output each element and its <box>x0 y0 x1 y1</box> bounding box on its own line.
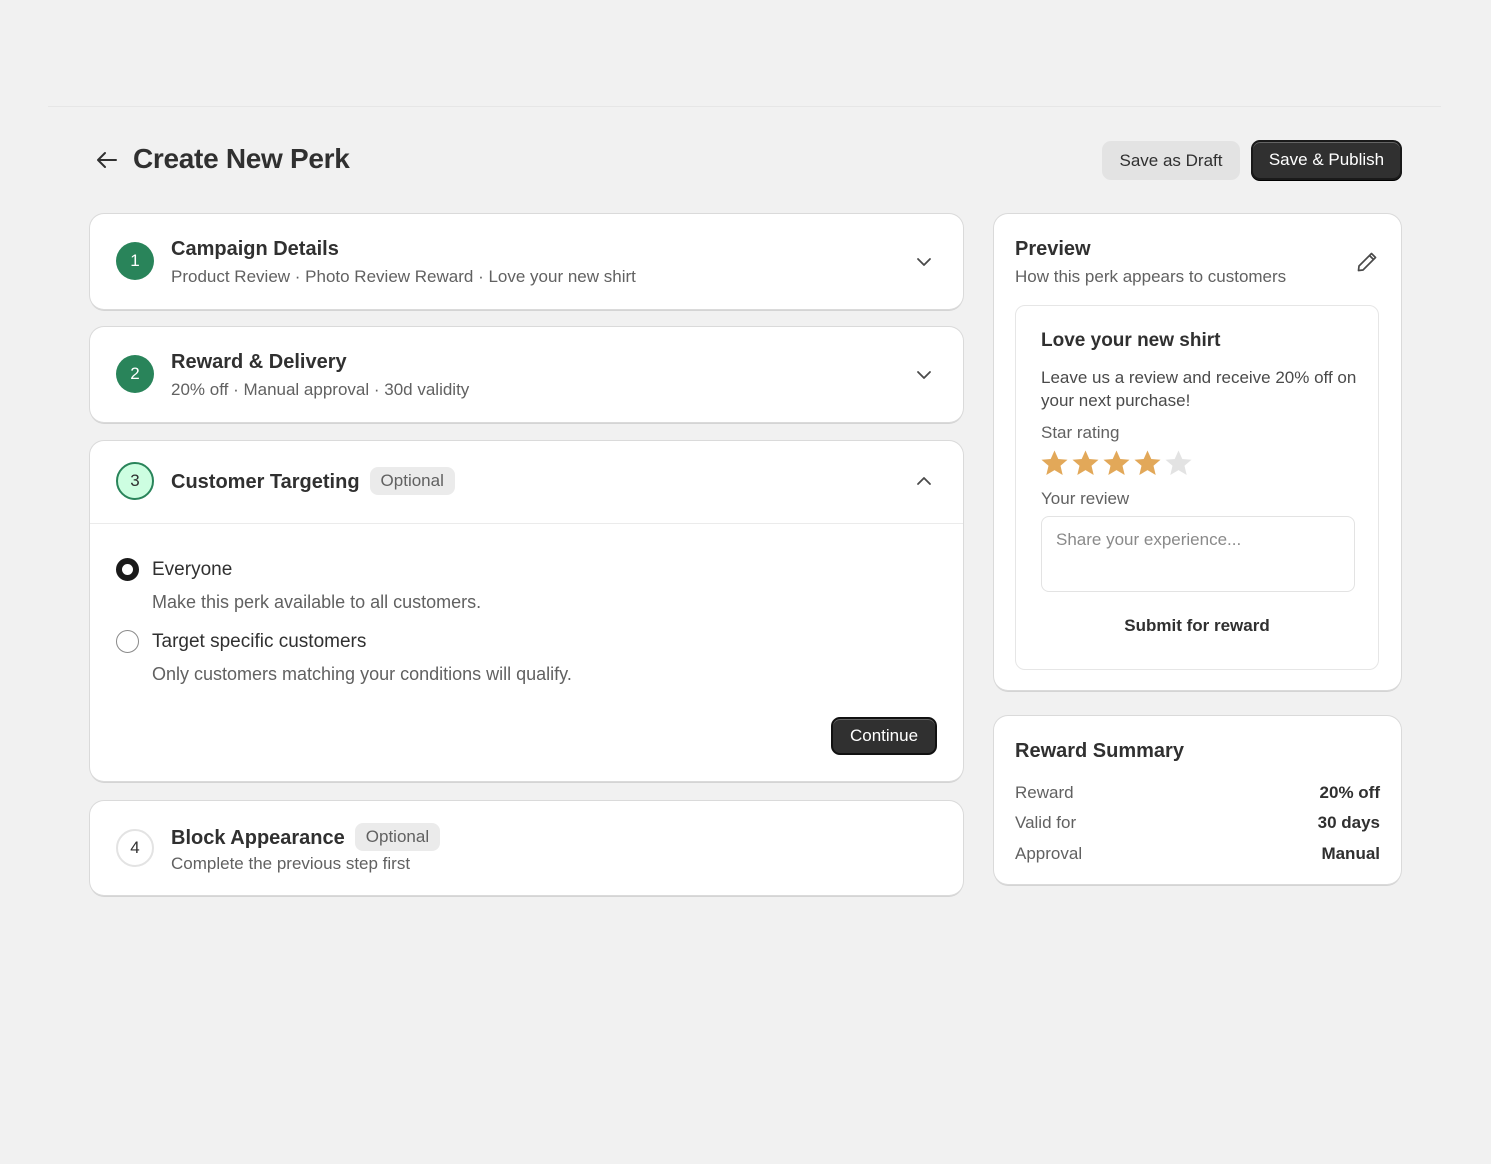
radio-button[interactable] <box>116 558 139 581</box>
step-header[interactable]: 3 Customer Targeting Optional <box>90 441 963 523</box>
step-summary: Product Review · Photo Review Reward · L… <box>171 267 636 286</box>
page-title: Create New Perk <box>133 143 350 174</box>
step-number-badge: 4 <box>116 829 154 867</box>
option-label: Target specific customers <box>152 630 367 652</box>
step-summary: 20% off · Manual approval · 30d validity <box>171 380 470 399</box>
header-divider <box>48 106 1441 107</box>
step-number-badge: 2 <box>116 355 154 393</box>
star-icon[interactable] <box>1102 449 1131 477</box>
chevron-up-icon[interactable] <box>915 473 933 489</box>
star-rating-label: Star rating <box>1041 423 1120 442</box>
preview-title: Preview <box>1015 238 1091 260</box>
summary-title: Reward Summary <box>1015 740 1184 762</box>
preview-subtitle: How this perk appears to customers <box>1015 267 1287 286</box>
star-icon[interactable] <box>1133 449 1162 477</box>
reward-summary-panel: Reward Summary Reward 20% off Valid for … <box>994 716 1401 884</box>
perk-description: Leave us a review and receive 20% off on… <box>1041 368 1357 410</box>
option-everyone[interactable]: Everyone <box>116 558 232 581</box>
step-block-appearance: 4 Block Appearance Optional Complete the … <box>90 801 963 895</box>
option-help-text: Make this perk available to all customer… <box>152 592 482 612</box>
summary-value: 30 days <box>1317 813 1380 832</box>
perk-preview-card: Love your new shirt Leave us a review an… <box>1015 305 1379 670</box>
step-title-text: Customer Targeting <box>171 471 360 493</box>
pencil-icon[interactable] <box>1355 250 1379 274</box>
optional-badge: Optional <box>369 467 455 495</box>
star-icon[interactable] <box>1164 449 1193 477</box>
step-title-text: Block Appearance <box>171 827 345 849</box>
step-summary: Complete the previous step first <box>171 854 411 873</box>
step-number-badge: 3 <box>116 462 154 500</box>
step-campaign-details[interactable]: 1 Campaign Details Product Review · Phot… <box>90 214 963 309</box>
back-button[interactable] <box>92 146 122 174</box>
chevron-down-icon[interactable] <box>915 254 933 270</box>
option-help-text: Only customers matching your conditions … <box>152 664 572 684</box>
radio-button[interactable] <box>116 630 139 653</box>
summary-key: Approval <box>1015 844 1083 863</box>
star-icon[interactable] <box>1040 449 1069 477</box>
option-target-specific[interactable]: Target specific customers <box>116 630 366 653</box>
arrow-left-icon <box>97 152 117 168</box>
review-label: Your review <box>1041 489 1130 508</box>
chevron-down-icon[interactable] <box>915 367 933 383</box>
option-label: Everyone <box>152 558 233 580</box>
save-publish-button[interactable]: Save & Publish <box>1251 140 1402 180</box>
section-divider <box>90 523 963 524</box>
star-icon[interactable] <box>1071 449 1100 477</box>
step-number-badge: 1 <box>116 242 154 280</box>
step-title: Customer Targeting Optional <box>171 467 455 495</box>
preview-panel: Preview How this perk appears to custome… <box>994 214 1401 690</box>
step-title: Campaign Details <box>171 238 339 260</box>
summary-row: Valid for 30 days <box>1015 813 1380 833</box>
review-input[interactable] <box>1041 516 1355 592</box>
summary-value: 20% off <box>1319 783 1380 802</box>
summary-value: Manual <box>1321 844 1380 863</box>
step-customer-targeting: 3 Customer Targeting Optional Everyone Ma… <box>90 441 963 781</box>
star-rating[interactable] <box>1040 449 1193 477</box>
summary-row: Reward 20% off <box>1015 783 1380 803</box>
optional-badge: Optional <box>354 823 441 851</box>
continue-button[interactable]: Continue <box>831 717 937 755</box>
submit-for-reward-button[interactable]: Submit for reward <box>1016 616 1378 636</box>
step-title: Reward & Delivery <box>171 351 347 373</box>
save-draft-button[interactable]: Save as Draft <box>1102 141 1240 180</box>
step-reward-delivery[interactable]: 2 Reward & Delivery 20% off · Manual app… <box>90 327 963 422</box>
summary-key: Valid for <box>1015 813 1077 832</box>
summary-row: Approval Manual <box>1015 844 1380 864</box>
step-title: Block Appearance Optional <box>171 823 441 851</box>
summary-key: Reward <box>1015 783 1074 802</box>
perk-title: Love your new shirt <box>1041 330 1221 351</box>
